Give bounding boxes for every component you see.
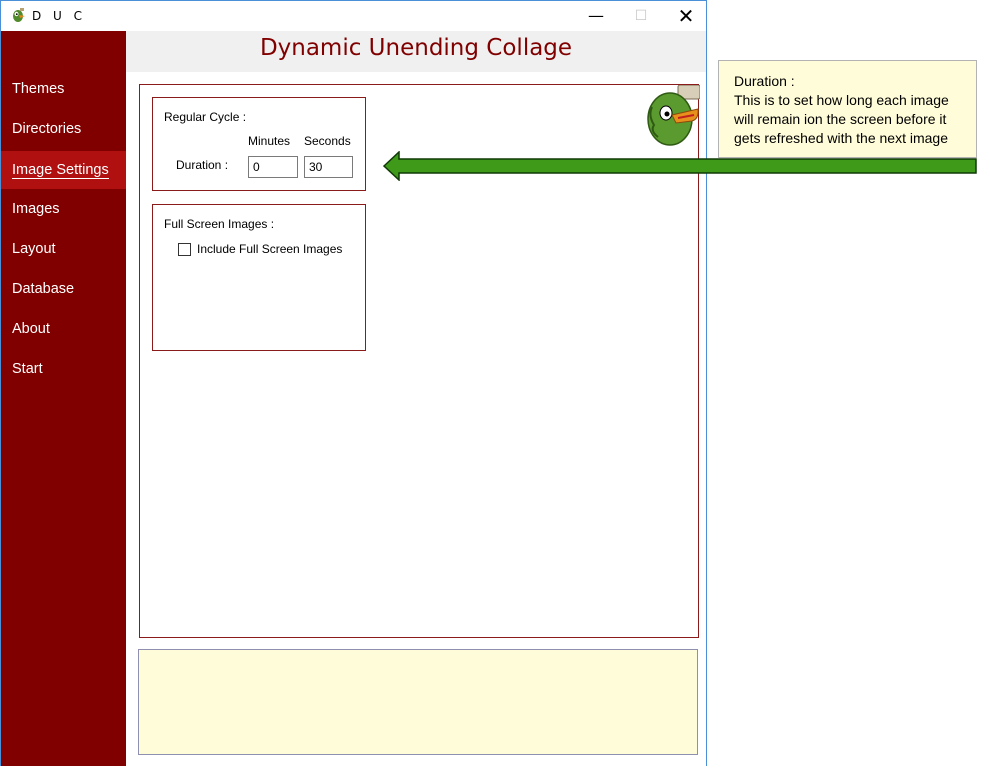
page-title: Dynamic Unending Collage (259, 35, 573, 61)
sidebar-item-about[interactable]: About (1, 310, 126, 348)
duck-app-icon (13, 8, 25, 22)
app-window: D U C — ☐ ✕ Themes Directories Image Set… (0, 0, 707, 766)
seconds-input[interactable]: 30 (304, 156, 353, 178)
sidebar-item-label: Themes (12, 81, 65, 97)
sidebar-item-label: About (12, 321, 50, 337)
status-panel (138, 649, 698, 755)
callout-body: This is to set how long each image will … (734, 92, 949, 146)
full-screen-group: Full Screen Images : Include Full Screen… (152, 204, 366, 351)
sidebar-item-label: Start (12, 361, 43, 377)
duration-label: Duration : (176, 158, 229, 172)
sidebar-item-directories[interactable]: Directories (1, 110, 126, 148)
window-title: D U C (32, 9, 87, 23)
sidebar-item-database[interactable]: Database (1, 270, 126, 308)
full-screen-title: Full Screen Images : (164, 217, 275, 231)
sidebar: Themes Directories Image Settings Images… (1, 31, 126, 766)
minutes-header: Minutes (248, 134, 291, 148)
sidebar-item-label: Image Settings (12, 162, 109, 179)
sidebar-item-image-settings[interactable]: Image Settings (1, 151, 126, 189)
title-bar[interactable]: D U C — ☐ ✕ (1, 1, 706, 31)
include-full-screen-checkbox[interactable] (178, 243, 191, 256)
minutes-input[interactable]: 0 (248, 156, 298, 178)
close-button[interactable]: ✕ (663, 1, 709, 31)
callout-title: Duration : (734, 73, 795, 89)
sidebar-item-themes[interactable]: Themes (1, 70, 126, 108)
content-area: Dynamic Unending Collage Regular Cycle :… (126, 31, 706, 766)
duck-mascot-icon (647, 85, 700, 146)
include-full-screen-label[interactable]: Include Full Screen Images (197, 242, 342, 256)
seconds-header: Seconds (304, 134, 351, 148)
duration-callout: Duration : This is to set how long each … (718, 60, 977, 158)
sidebar-item-label: Database (12, 281, 75, 297)
regular-cycle-title: Regular Cycle : (164, 110, 247, 124)
sidebar-item-images[interactable]: Images (1, 190, 126, 228)
minimize-button[interactable]: — (573, 1, 619, 31)
maximize-button[interactable]: ☐ (618, 1, 664, 31)
header-band: Dynamic Unending Collage (126, 31, 706, 72)
sidebar-item-label: Images (12, 201, 60, 217)
regular-cycle-group: Regular Cycle : Minutes Seconds Duration… (152, 97, 366, 191)
sidebar-item-layout[interactable]: Layout (1, 230, 126, 268)
sidebar-item-label: Directories (12, 121, 82, 137)
sidebar-item-label: Layout (12, 241, 56, 257)
sidebar-item-start[interactable]: Start (1, 350, 126, 388)
